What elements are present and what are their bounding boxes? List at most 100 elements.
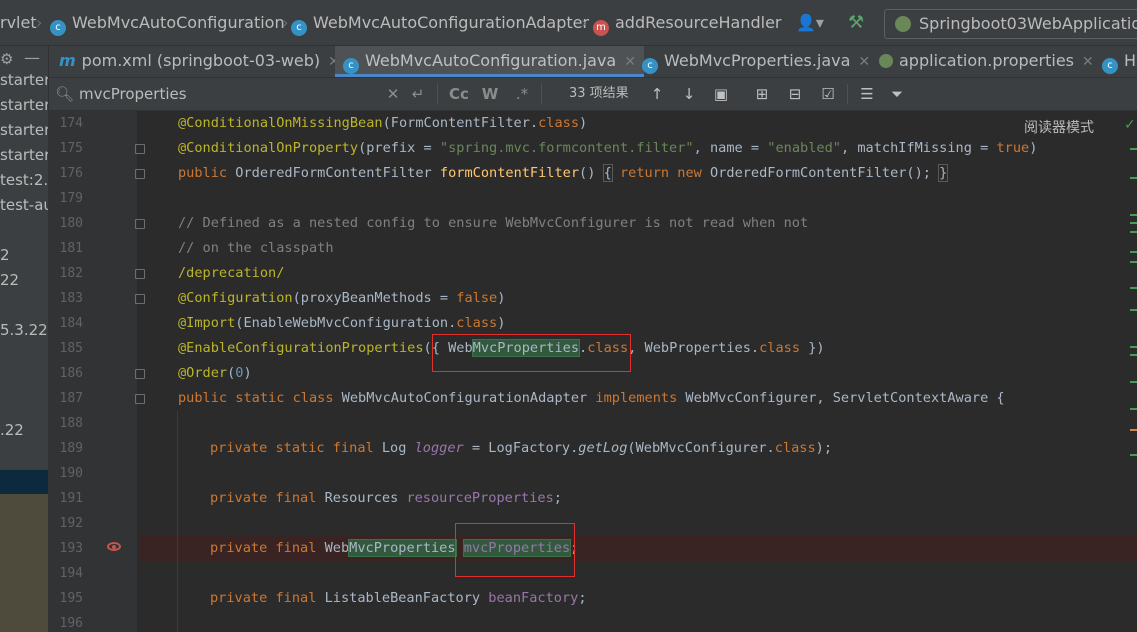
add-occurrence-icon[interactable]: ⊞ — [749, 82, 775, 106]
breadcrumb-item[interactable]: c WebMvcAutoConfigurationAdapter — [291, 11, 590, 36]
project-tree-item[interactable]: starter- — [0, 71, 48, 89]
line-number: 187 — [59, 391, 83, 406]
method-icon: m — [593, 20, 609, 36]
breadcrumb-item[interactable]: rvlet — [0, 11, 37, 35]
scrollbar-marker[interactable] — [1130, 287, 1137, 289]
line-number: 193 — [59, 541, 83, 556]
tab-label: pom.xml (springboot-03-web) — [81, 51, 321, 70]
project-tree-item[interactable]: starter- — [0, 96, 48, 114]
filter-options-icon[interactable]: ☰ — [855, 82, 879, 106]
run-configuration-select[interactable]: Springboot03WebApplication — [884, 9, 1137, 39]
open-in-window-icon[interactable]: ▣ — [710, 82, 732, 106]
match-case-toggle[interactable]: Cc — [447, 82, 471, 106]
project-tree-item[interactable]: starter- — [0, 121, 48, 139]
scrollbar-marker[interactable] — [1130, 454, 1137, 456]
line-number: 186 — [59, 366, 83, 381]
next-occurrence-icon[interactable]: ↓ — [679, 82, 699, 106]
indent-guide — [177, 411, 178, 632]
navigation-bar: rvlet › c WebMvcAutoConfiguration › c WebM… — [0, 0, 1137, 46]
tab-label: WebMvcProperties.java — [664, 51, 851, 70]
scrollbar-marker[interactable] — [1130, 429, 1137, 431]
code-line-181: // on the classpath — [178, 240, 334, 256]
settings-gear-icon[interactable]: ⚙ — [0, 50, 13, 68]
project-tree-item[interactable]: 5.3.22 — [0, 321, 48, 339]
fold-marker-icon[interactable] — [135, 144, 145, 154]
breadcrumb-label: WebMvcAutoConfigurationAdapter — [313, 13, 590, 32]
selected-tree-row[interactable] — [0, 470, 48, 494]
line-number: 190 — [59, 466, 83, 481]
breadcrumb-label: WebMvcAutoConfiguration — [72, 13, 285, 32]
tab-overflow[interactable]: cH — [1102, 46, 1136, 77]
project-tree-item[interactable]: 22 — [0, 271, 19, 289]
project-tree-item[interactable]: starter- — [0, 146, 48, 164]
breakpoint-eye-icon[interactable] — [107, 542, 121, 551]
line-number: 179 — [59, 191, 83, 206]
scrollbar-marker[interactable] — [1130, 408, 1137, 410]
previous-occurrence-icon[interactable]: ↑ — [647, 82, 667, 106]
highlight-box — [432, 334, 631, 372]
tab-label: H — [1124, 51, 1137, 70]
line-number: 181 — [59, 241, 83, 256]
fold-marker-icon[interactable] — [135, 394, 145, 404]
tab-label: application.properties — [899, 51, 1074, 70]
scrollbar-marker[interactable] — [1130, 381, 1137, 383]
regex-toggle[interactable]: .* — [511, 82, 533, 106]
remove-occurrence-icon[interactable]: ⊟ — [782, 82, 808, 106]
fold-marker-icon[interactable] — [135, 169, 145, 179]
project-tree-item[interactable]: test:2.7 — [0, 171, 48, 189]
search-input[interactable] — [79, 82, 379, 106]
scrollbar-marker[interactable] — [1130, 177, 1137, 179]
project-tree-item[interactable]: test-au — [0, 196, 48, 214]
tab-label: WebMvcAutoConfiguration.java — [365, 51, 617, 70]
line-number: 188 — [59, 416, 83, 431]
line-number: 182 — [59, 266, 83, 281]
close-icon[interactable]: ✕ — [1082, 54, 1094, 70]
history-icon[interactable]: ↵ — [407, 82, 429, 106]
code-editor[interactable]: 174 175 176 179 180 181 182 183 184 185 … — [49, 111, 1137, 632]
highlight-box — [455, 523, 575, 577]
breadcrumb-separator: › — [581, 13, 588, 32]
scrollbar-marker[interactable] — [1130, 261, 1137, 263]
fold-marker-icon[interactable] — [135, 369, 145, 379]
build-hammer-icon[interactable]: ⚒ — [848, 11, 872, 35]
minimize-icon[interactable]: — — [24, 48, 40, 67]
fold-marker-icon[interactable] — [135, 294, 145, 304]
whole-words-toggle[interactable]: W — [479, 82, 501, 106]
project-tree-item[interactable]: .22 — [0, 421, 24, 439]
project-pane-background — [0, 494, 48, 632]
line-number: 174 — [59, 116, 83, 131]
tab-application-properties[interactable]: application.properties ✕ — [879, 46, 1094, 77]
user-dropdown-icon[interactable]: 👤▾ — [796, 11, 832, 35]
scrollbar-marker[interactable] — [1130, 251, 1137, 253]
scrollbar-marker[interactable] — [1130, 346, 1137, 348]
scrollbar-marker[interactable] — [1130, 148, 1137, 150]
close-icon[interactable]: ✕ — [858, 54, 870, 70]
breadcrumb-separator: › — [282, 13, 289, 32]
toolbar-divider — [541, 84, 542, 104]
line-number: 184 — [59, 316, 83, 331]
tab-pom-xml[interactable]: mpom.xml (springboot-03-web)✕ — [59, 46, 340, 77]
properties-icon — [879, 54, 893, 68]
breadcrumb-item[interactable]: c WebMvcAutoConfiguration — [50, 11, 285, 36]
search-icon[interactable]: 🔍︎ — [55, 82, 74, 106]
tab-webmvcproperties[interactable]: c WebMvcProperties.java ✕ — [642, 46, 870, 77]
fold-marker-icon[interactable] — [135, 219, 145, 229]
select-all-occurrences-icon[interactable]: ☑ — [815, 82, 841, 106]
scrollbar-marker[interactable] — [1130, 231, 1137, 233]
scrollbar-marker[interactable] — [1130, 354, 1137, 356]
scrollbar-marker[interactable] — [1130, 214, 1137, 216]
scrollbar-marker[interactable] — [1130, 222, 1137, 224]
close-icon[interactable]: ✕ — [624, 54, 636, 70]
clear-search-icon[interactable]: ✕ — [383, 82, 403, 106]
filter-funnel-icon[interactable]: ⏷ — [885, 82, 909, 106]
project-tool-window: ⚙ — starter- starter- starter- starter- … — [0, 46, 49, 632]
breadcrumb-item[interactable]: m addResourceHandler — [593, 11, 782, 36]
fold-marker-icon[interactable] — [135, 269, 145, 279]
tab-webmvcautoconfiguration[interactable]: c WebMvcAutoConfiguration.java ✕ — [335, 46, 644, 77]
scrollbar-marker[interactable] — [1130, 309, 1137, 311]
line-number: 194 — [59, 566, 83, 581]
reader-mode-toggle[interactable]: 阅读器模式 — [1024, 117, 1094, 137]
inspection-ok-icon[interactable]: ✓ — [1124, 117, 1136, 133]
breadcrumb-label: addResourceHandler — [615, 13, 782, 32]
project-tree-item[interactable]: 2 — [0, 246, 10, 264]
